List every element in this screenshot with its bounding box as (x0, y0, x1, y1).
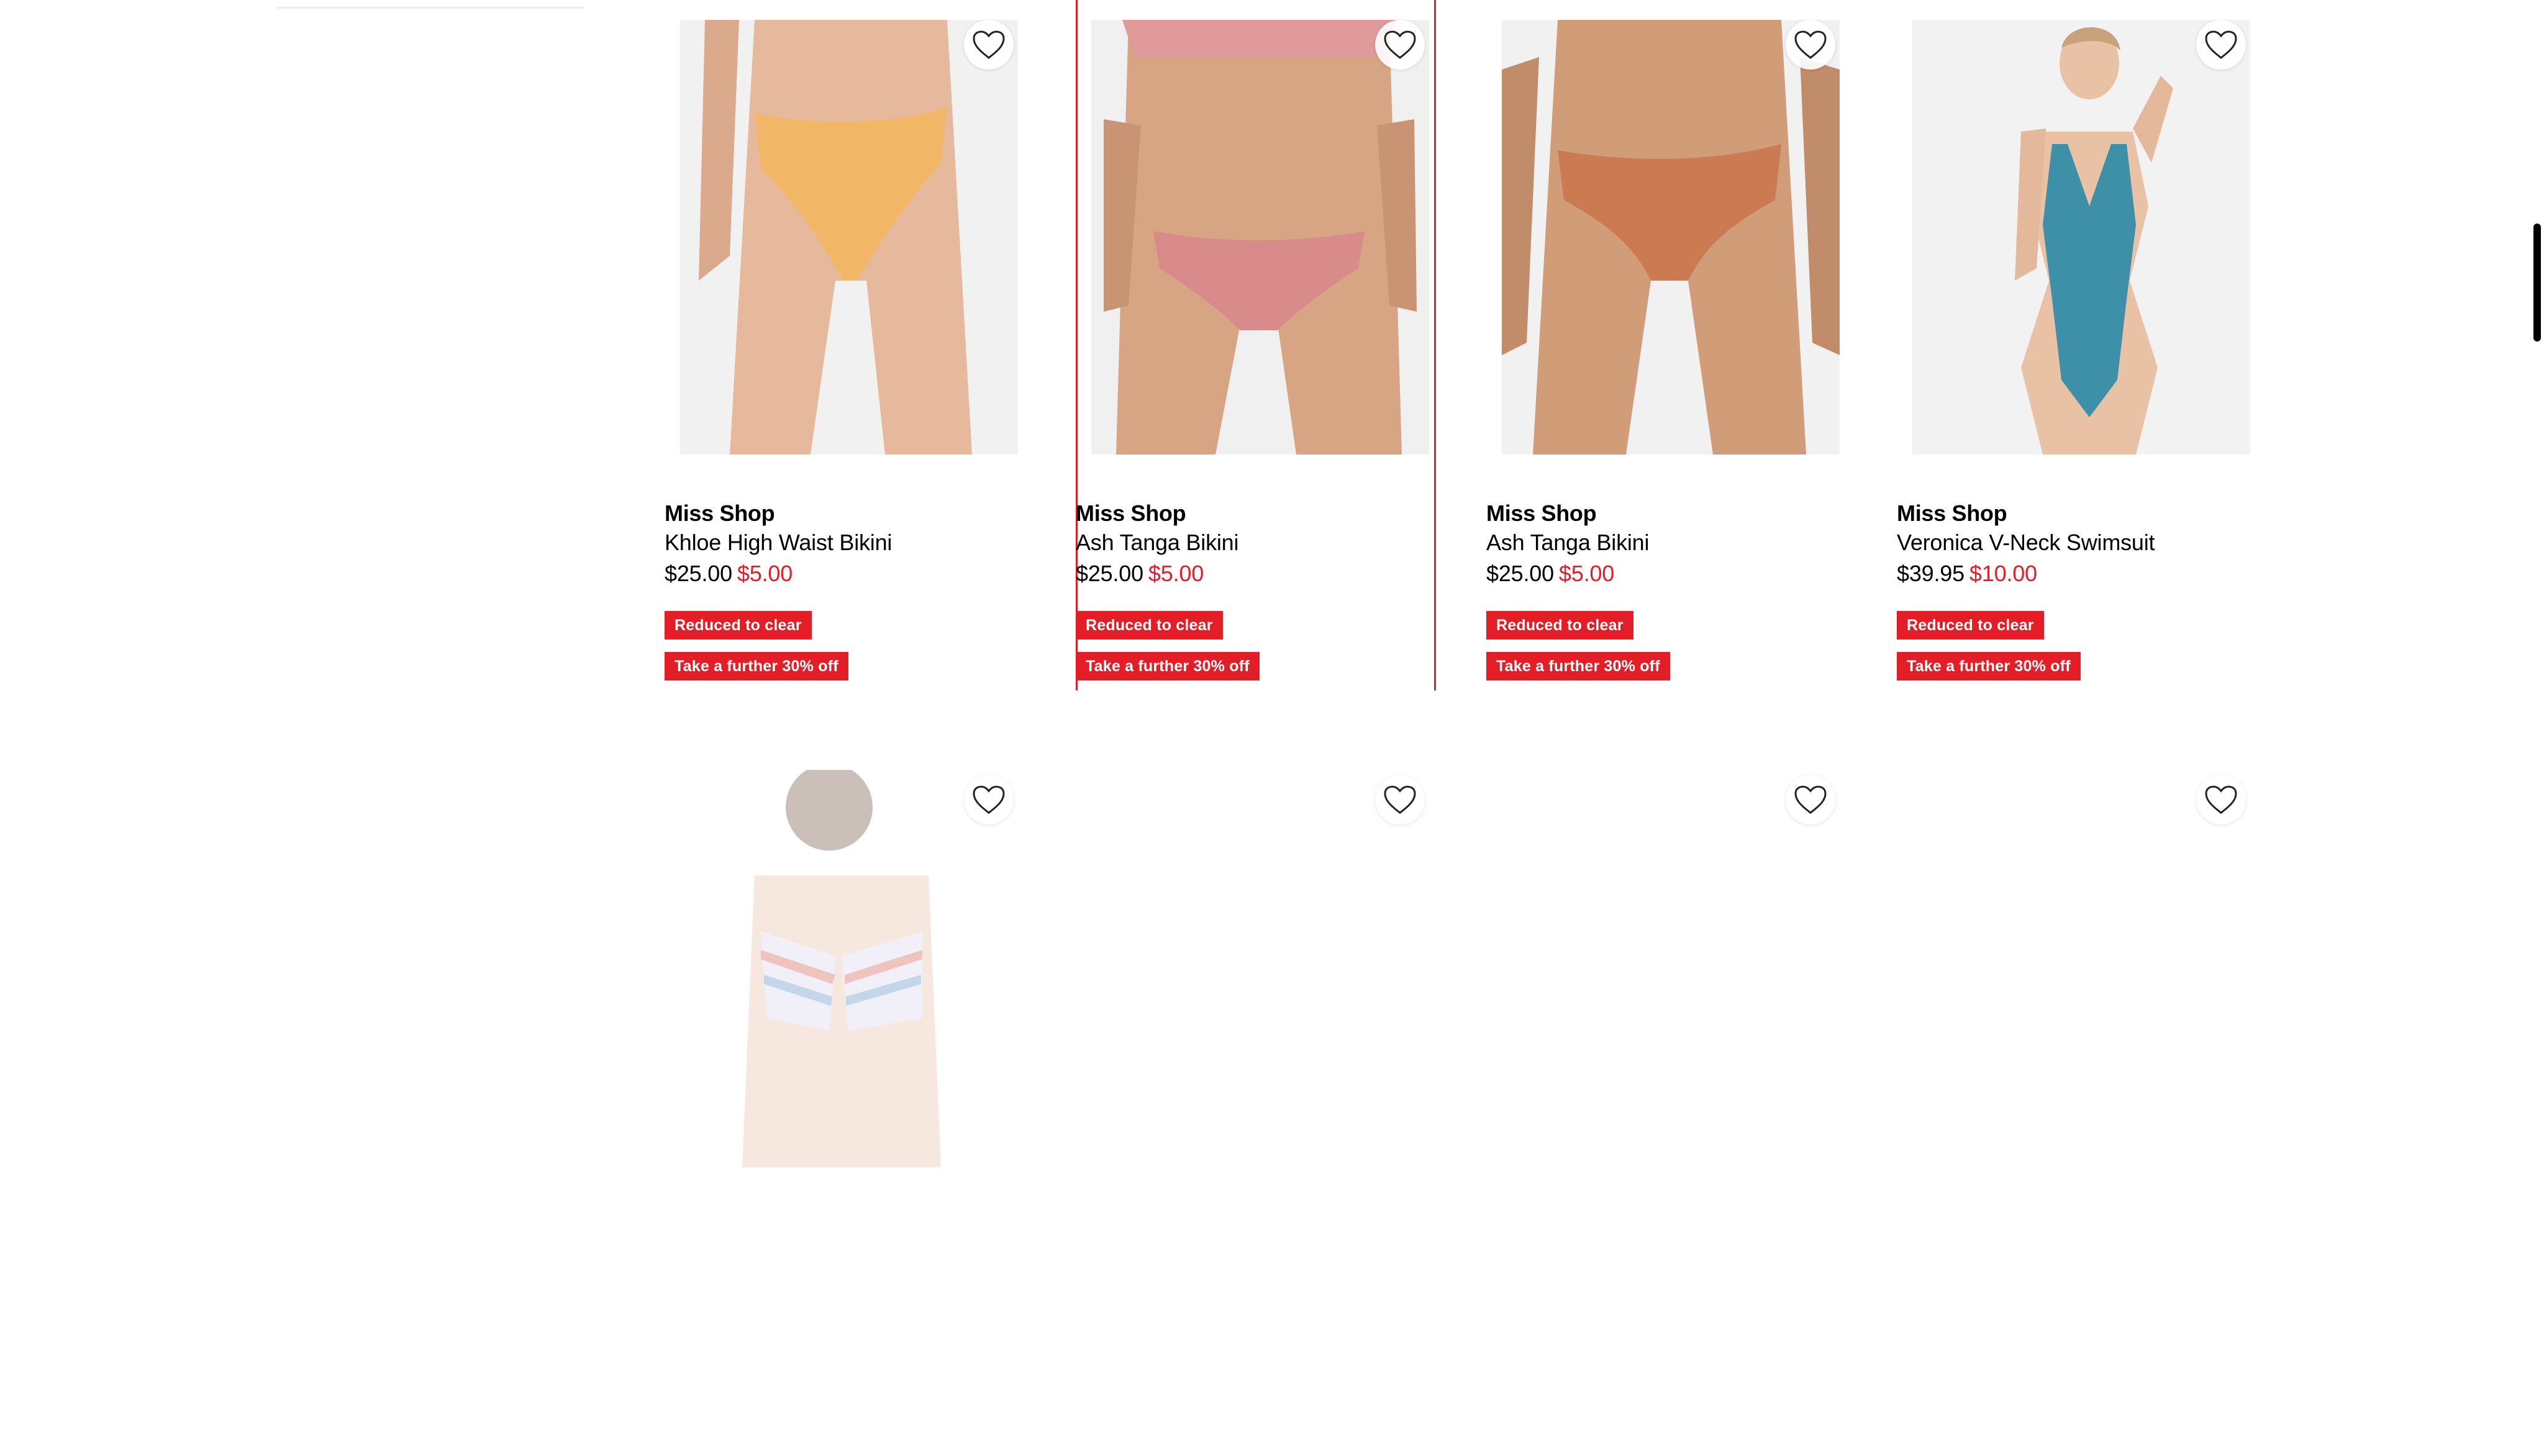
heart-outline-icon (2205, 785, 2237, 814)
product-card[interactable]: Miss Shop Veronica V-Neck Swimsuit $39.9… (1897, 0, 2282, 699)
product-title[interactable]: Ash Tanga Bikini (1076, 527, 1461, 558)
product-card[interactable] (1076, 757, 1461, 1456)
product-image[interactable] (1091, 20, 1429, 454)
product-brand[interactable]: Miss Shop (1076, 500, 1461, 527)
further-off-badge: Take a further 30% off (1897, 652, 2081, 681)
product-card[interactable] (1486, 757, 1871, 1456)
scrollbar[interactable] (2530, 0, 2544, 1154)
product-image[interactable] (680, 20, 1018, 454)
product-price: $25.00 $5.00 (1486, 558, 1871, 589)
reduced-badge: Reduced to clear (665, 611, 812, 640)
favourite-button[interactable] (964, 20, 1014, 70)
heart-outline-icon (973, 30, 1005, 59)
reduced-badge: Reduced to clear (1486, 611, 1633, 640)
original-price: $39.95 (1897, 561, 1965, 586)
heart-outline-icon (2205, 30, 2237, 59)
favourite-button[interactable] (1786, 775, 1835, 825)
favourite-button[interactable] (1375, 775, 1425, 825)
further-off-badge: Take a further 30% off (1076, 652, 1260, 681)
favourite-button[interactable] (964, 775, 1014, 825)
sale-price: $5.00 (1558, 561, 1615, 586)
product-image[interactable] (680, 770, 1018, 1167)
reduced-badge: Reduced to clear (1897, 611, 2044, 640)
product-title[interactable]: Khloe High Waist Bikini (665, 527, 1050, 558)
product-card[interactable] (665, 757, 1050, 1456)
product-image[interactable] (1502, 20, 1840, 454)
product-title[interactable]: Ash Tanga Bikini (1486, 527, 1871, 558)
product-card[interactable] (1897, 757, 2282, 1456)
original-price: $25.00 (1076, 561, 1143, 586)
heart-outline-icon (1794, 30, 1827, 59)
product-brand[interactable]: Miss Shop (1486, 500, 1871, 527)
original-price: $25.00 (665, 561, 732, 586)
favourite-button[interactable] (2196, 20, 2246, 70)
product-card[interactable]: Miss Shop Ash Tanga Bikini $25.00 $5.00 R… (1486, 0, 1871, 699)
product-brand[interactable]: Miss Shop (1897, 500, 2282, 527)
sale-price: $10.00 (1969, 561, 2037, 586)
product-title[interactable]: Veronica V-Neck Swimsuit (1897, 527, 2282, 558)
sale-price: $5.00 (1148, 561, 1204, 586)
reduced-badge: Reduced to clear (1076, 611, 1223, 640)
sidebar-divider (277, 7, 584, 9)
product-price: $25.00 $5.00 (1076, 558, 1461, 589)
original-price: $25.00 (1486, 561, 1554, 586)
heart-outline-icon (1384, 30, 1416, 59)
favourite-button[interactable] (2196, 775, 2246, 825)
scrollbar-thumb[interactable] (2533, 224, 2541, 341)
heart-outline-icon (1794, 785, 1827, 814)
product-brand[interactable]: Miss Shop (665, 500, 1050, 527)
further-off-badge: Take a further 30% off (1486, 652, 1670, 681)
heart-outline-icon (1384, 785, 1416, 814)
product-price: $25.00 $5.00 (665, 558, 1050, 589)
product-price: $39.95 $10.00 (1897, 558, 2282, 589)
further-off-badge: Take a further 30% off (665, 652, 848, 681)
sale-price: $5.00 (737, 561, 793, 586)
product-image[interactable] (1912, 20, 2250, 454)
product-card[interactable]: Miss Shop Khloe High Waist Bikini $25.00… (665, 0, 1050, 699)
product-card[interactable]: Miss Shop Ash Tanga Bikini $25.00 $5.00 R… (1076, 0, 1461, 699)
favourite-button[interactable] (1375, 20, 1425, 70)
heart-outline-icon (973, 785, 1005, 814)
favourite-button[interactable] (1786, 20, 1835, 70)
